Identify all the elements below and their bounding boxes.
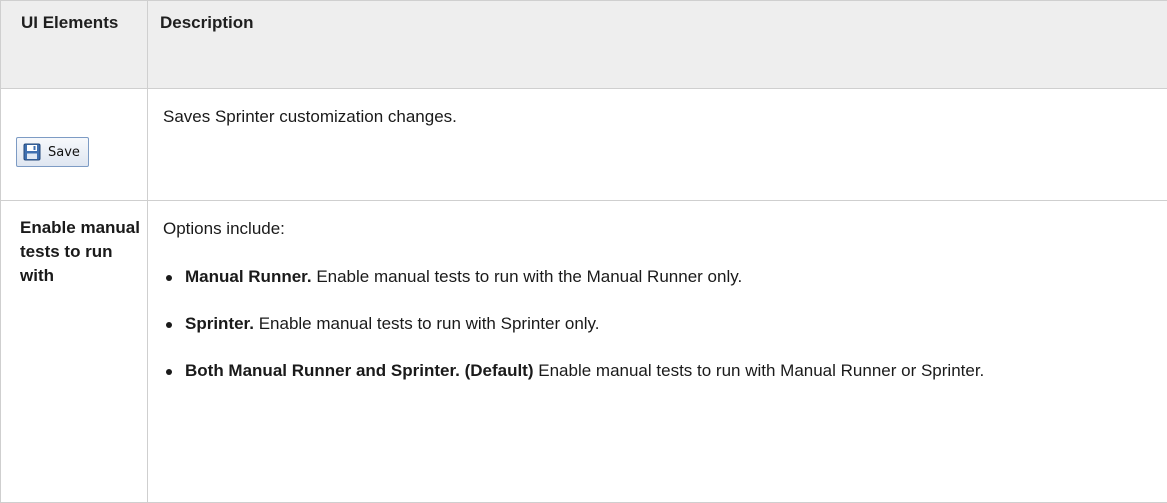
option-text: Enable manual tests to run with Manual R… (538, 361, 984, 380)
option-name: Sprinter. (185, 314, 254, 333)
description-cell: Options include: Manual Runner. Enable m… (148, 201, 1167, 503)
ui-element-label: Enable manual tests to run with (1, 201, 148, 503)
bullet-icon (166, 322, 172, 328)
table-header-row: UI Elements Description (1, 1, 1167, 89)
save-button-label: Save (48, 145, 80, 160)
option-name: Manual Runner. (185, 267, 312, 286)
option-text: Enable manual tests to run with Sprinter… (259, 314, 600, 333)
description-cell: Saves Sprinter customization changes. (148, 89, 1167, 201)
header-ui-elements: UI Elements (1, 1, 148, 89)
floppy-disk-icon (23, 143, 41, 161)
table-row-enable-manual-tests: Enable manual tests to run with Options … (1, 201, 1167, 503)
bullet-icon (166, 369, 172, 375)
list-item: Manual Runner. Enable manual tests to ru… (163, 265, 1155, 289)
save-button[interactable]: Save (16, 137, 89, 167)
list-item: Both Manual Runner and Sprinter. (Defaul… (163, 359, 1155, 383)
list-item: Sprinter. Enable manual tests to run wit… (163, 312, 1155, 336)
bullet-icon (166, 275, 172, 281)
ui-elements-table: UI Elements Description Save Saves Sprin… (0, 0, 1167, 503)
option-name: Both Manual Runner and Sprinter. (Defaul… (185, 361, 534, 380)
table-row-save: Save Saves Sprinter customization change… (1, 89, 1167, 201)
ui-element-cell: Save (1, 89, 148, 201)
options-list: Manual Runner. Enable manual tests to ru… (163, 265, 1155, 383)
option-text: Enable manual tests to run with the Manu… (316, 267, 742, 286)
options-intro: Options include: (163, 217, 1155, 241)
header-description: Description (148, 1, 1167, 89)
